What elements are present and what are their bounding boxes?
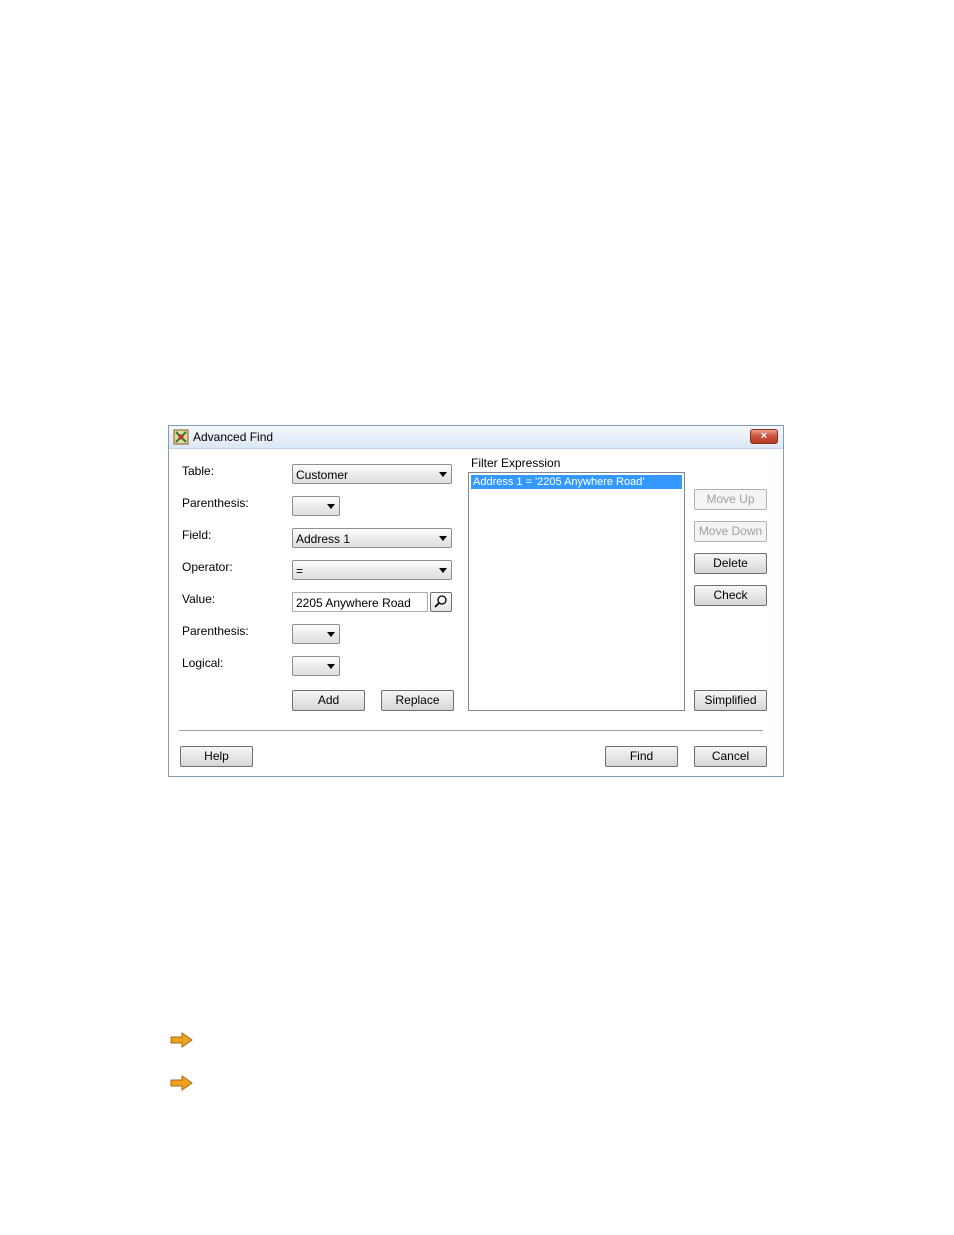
logical-label: Logical:	[182, 656, 224, 670]
parenthesis-close-dropdown[interactable]	[292, 624, 340, 644]
arrow-right-icon	[170, 1075, 193, 1091]
arrow-right-icon	[170, 1032, 193, 1048]
chevron-down-icon	[439, 568, 447, 573]
dialog-title: Advanced Find	[193, 430, 274, 444]
value-label: Value:	[182, 592, 216, 606]
parenthesis-open-label: Parenthesis:	[182, 496, 249, 510]
move-down-button[interactable]: Move Down	[694, 521, 767, 542]
chevron-down-icon	[439, 536, 447, 541]
table-label: Table:	[182, 464, 215, 478]
parenthesis-close-label: Parenthesis:	[182, 624, 249, 638]
list-item[interactable]: Address 1 = '2205 Anywhere Road'	[471, 475, 682, 489]
find-button[interactable]: Find	[605, 746, 678, 767]
parenthesis-open-dropdown[interactable]	[292, 496, 340, 516]
chevron-down-icon	[327, 632, 335, 637]
move-up-button[interactable]: Move Up	[694, 489, 767, 510]
table-dropdown[interactable]: Customer	[292, 464, 452, 484]
check-button[interactable]: Check	[694, 585, 767, 606]
filter-expression-label: Filter Expression	[471, 456, 561, 470]
simplified-button[interactable]: Simplified	[694, 690, 767, 711]
add-button[interactable]: Add	[292, 690, 365, 711]
field-label: Field:	[182, 528, 212, 542]
title-bar[interactable]: Advanced Find ×	[169, 426, 783, 449]
cancel-button[interactable]: Cancel	[694, 746, 767, 767]
replace-button[interactable]: Replace	[381, 690, 454, 711]
close-button[interactable]: ×	[750, 429, 778, 444]
value-input[interactable]: 2205 Anywhere Road	[292, 592, 428, 612]
filter-expression-list[interactable]: Address 1 = '2205 Anywhere Road'	[468, 472, 685, 711]
chevron-down-icon	[439, 472, 447, 477]
magnifier-icon	[434, 595, 447, 608]
logical-dropdown[interactable]	[292, 656, 340, 676]
separator	[179, 730, 763, 732]
field-dropdown[interactable]: Address 1	[292, 528, 452, 548]
chevron-down-icon	[327, 664, 335, 669]
operator-label: Operator:	[182, 560, 233, 574]
help-button[interactable]: Help	[180, 746, 253, 767]
delete-button[interactable]: Delete	[694, 553, 767, 574]
operator-dropdown-value: =	[296, 564, 304, 578]
operator-dropdown[interactable]: =	[292, 560, 452, 580]
table-dropdown-value: Customer	[296, 468, 349, 482]
field-dropdown-value: Address 1	[296, 532, 351, 546]
advanced-find-dialog: Advanced Find × Table: Parenthesis: Fiel…	[168, 425, 784, 777]
lookup-button[interactable]	[430, 592, 452, 612]
chevron-down-icon	[327, 504, 335, 509]
advanced-find-icon	[173, 429, 189, 445]
